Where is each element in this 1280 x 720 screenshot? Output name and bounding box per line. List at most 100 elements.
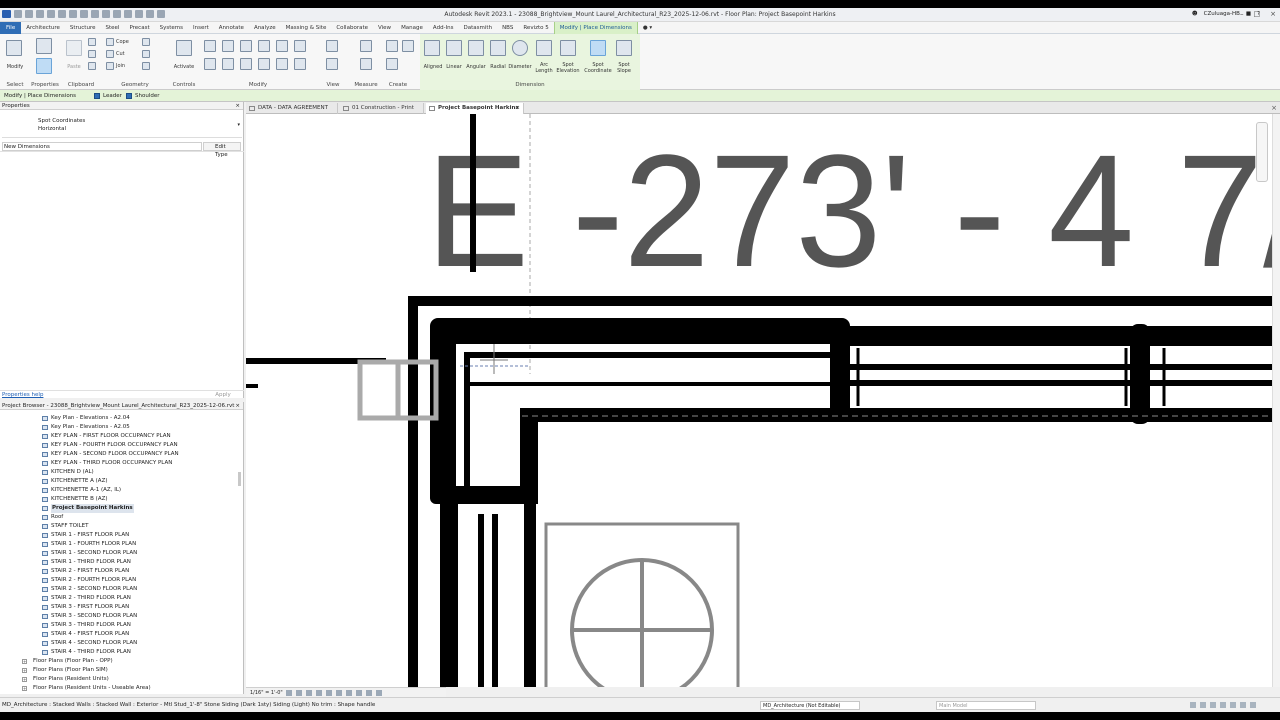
stacked-wall-inner-v[interactable] [520,408,538,504]
split-face-icon[interactable] [142,38,150,46]
browser-view-item[interactable]: STAIR 4 - THIRD FLOOR PLAN [0,648,240,657]
tab-steel[interactable]: Steel [100,22,124,34]
ribbon-toggle-icon[interactable]: ● ▾ [638,22,657,34]
tab-revizto[interactable]: Revizto 5 [518,22,553,34]
browser-view-item[interactable]: STAIR 3 - FIRST FLOOR PLAN [0,603,240,612]
cut-icon[interactable] [106,50,114,58]
create-assembly-icon[interactable] [386,40,398,52]
browser-view-item[interactable]: STAFF TOILET [0,522,240,531]
diameter-dimension-icon[interactable] [512,40,528,56]
browser-view-item[interactable]: STAIR 3 - SECOND FLOOR PLAN [0,612,240,621]
expand-icon[interactable]: + [22,668,27,673]
instance-filter-dropdown[interactable]: New Dimensions [2,142,202,151]
maximize-icon[interactable]: □ [1254,10,1261,18]
spot-coordinate-text[interactable]: E -273' - 4 7/ [426,121,1272,300]
create-parts-icon[interactable] [386,58,398,70]
match-props-icon[interactable] [88,62,96,70]
browser-view-item[interactable]: STAIR 2 - SECOND FLOOR PLAN [0,585,240,594]
properties-help-link[interactable]: Properties help [2,391,43,399]
shoulder-checkbox[interactable] [126,93,132,99]
select-group-label[interactable]: Select [0,82,30,88]
cut-clip-icon[interactable] [88,38,96,46]
array-icon[interactable] [258,58,270,70]
trim-icon[interactable] [240,58,252,70]
paint-icon[interactable] [142,50,150,58]
browser-scrollbar[interactable] [238,472,241,486]
stacked-wall-upper[interactable] [430,318,850,344]
offset-icon[interactable] [222,40,234,52]
rotate-icon[interactable] [222,58,234,70]
browser-view-item[interactable]: STAIR 2 - FOURTH FLOOR PLAN [0,576,240,585]
leader-checkbox[interactable] [94,93,100,99]
close-icon[interactable]: × [235,402,240,410]
activate-icon[interactable] [176,40,192,56]
browser-view-item[interactable]: STAIR 2 - THIRD FLOOR PLAN [0,594,240,603]
browser-view-item[interactable]: STAIR 3 - THIRD FLOOR PLAN [0,621,240,630]
reveal-hidden-icon[interactable] [356,690,362,696]
spot-slope-icon[interactable] [616,40,632,56]
browser-view-item[interactable]: Key Plan - Elevations - A2.05 [0,423,240,432]
tab-structure[interactable]: Structure [65,22,101,34]
tab-collaborate[interactable]: Collaborate [331,22,373,34]
browser-view-item[interactable]: KEY PLAN - FOURTH FLOOR OCCUPANCY PLAN [0,441,240,450]
temporary-hide-icon[interactable] [346,690,352,696]
copy-clip-icon[interactable] [88,50,96,58]
delete-icon[interactable] [294,58,306,70]
select-links-icon[interactable] [1200,702,1206,708]
browser-view-item[interactable]: KEY PLAN - SECOND FLOOR OCCUPANCY PLAN [0,450,240,459]
visual-style-icon[interactable] [296,690,302,696]
browser-view-item[interactable]: KEY PLAN - FIRST FLOOR OCCUPANCY PLAN [0,432,240,441]
tab-architecture[interactable]: Architecture [21,22,65,34]
scale-icon[interactable] [276,58,288,70]
spot-slope-label[interactable]: Spot Slope [612,62,636,74]
browser-view-item[interactable]: KITCHENETTE A-1 (AZ, IL) [0,486,240,495]
tab-manage[interactable]: Manage [396,22,428,34]
navigation-bar[interactable] [1256,122,1268,182]
tab-precast[interactable]: Precast [124,22,154,34]
create-group-icon[interactable] [402,40,414,52]
tab-datasmith[interactable]: Datasmith [459,22,498,34]
demolish-icon[interactable] [142,62,150,70]
lower-wall-1[interactable] [440,504,458,687]
close-all-icon[interactable]: × [1271,102,1277,114]
minimize-icon[interactable]: – [1240,10,1244,18]
browser-view-item[interactable]: STAIR 4 - FIRST FLOOR PLAN [0,630,240,639]
browser-view-item[interactable]: STAIR 2 - FIRST FLOOR PLAN [0,567,240,576]
mirror-draw-icon[interactable] [258,40,270,52]
user-name[interactable]: CZuluaga-HB [1204,11,1240,17]
aligned-dimension-icon[interactable] [424,40,440,56]
wall-lower-run[interactable] [520,408,1272,422]
paste-label[interactable]: Paste [60,64,88,70]
tab-massing-site[interactable]: Massing & Site [281,22,332,34]
user-icon[interactable]: ☻ [1192,11,1198,17]
drawing-canvas[interactable]: E -273' - 4 7/ [246,114,1272,687]
align-icon[interactable] [204,40,216,52]
analytical-model-icon[interactable] [366,690,372,696]
measure-dim-icon[interactable] [360,58,372,70]
tab-data-agreement[interactable]: DATA - DATA AGREEMENT [246,103,338,114]
mirror-axis-icon[interactable] [240,40,252,52]
tab-project-basepoint-harkins[interactable]: Project Basepoint Harkins × [426,103,524,114]
wall-upper-run[interactable] [850,326,1272,346]
browser-view-item[interactable]: Roof [0,513,240,522]
tab-file[interactable]: File [0,21,22,34]
browser-view-item[interactable]: Project Basepoint Harkins [0,504,240,513]
tab-annotate[interactable]: Annotate [214,22,249,34]
tab-nbs[interactable]: NBS [497,22,518,34]
close-icon[interactable]: × [515,103,520,114]
apply-button[interactable]: Apply [206,391,240,399]
browser-view-item[interactable]: Key Plan - Elevations - A2.04 [0,414,240,423]
tab-view[interactable]: View [373,22,396,34]
editable-only-icon[interactable] [1190,702,1196,708]
cut-label[interactable]: Cut [116,51,125,57]
browser-group-item[interactable]: + Floor Plans (Floor Plan - OPP) [0,657,240,666]
diameter-label[interactable]: Diameter [506,64,534,70]
arc-length-icon[interactable] [536,40,552,56]
properties-icon[interactable] [36,58,52,74]
type-properties-icon[interactable] [36,38,52,54]
spot-elevation-icon[interactable] [560,40,576,56]
browser-view-item[interactable]: STAIR 1 - THIRD FLOOR PLAN [0,558,240,567]
split-icon[interactable] [276,40,288,52]
close-icon[interactable]: × [235,102,240,110]
spot-coordinate-label[interactable]: Spot Coordinate [584,62,612,74]
